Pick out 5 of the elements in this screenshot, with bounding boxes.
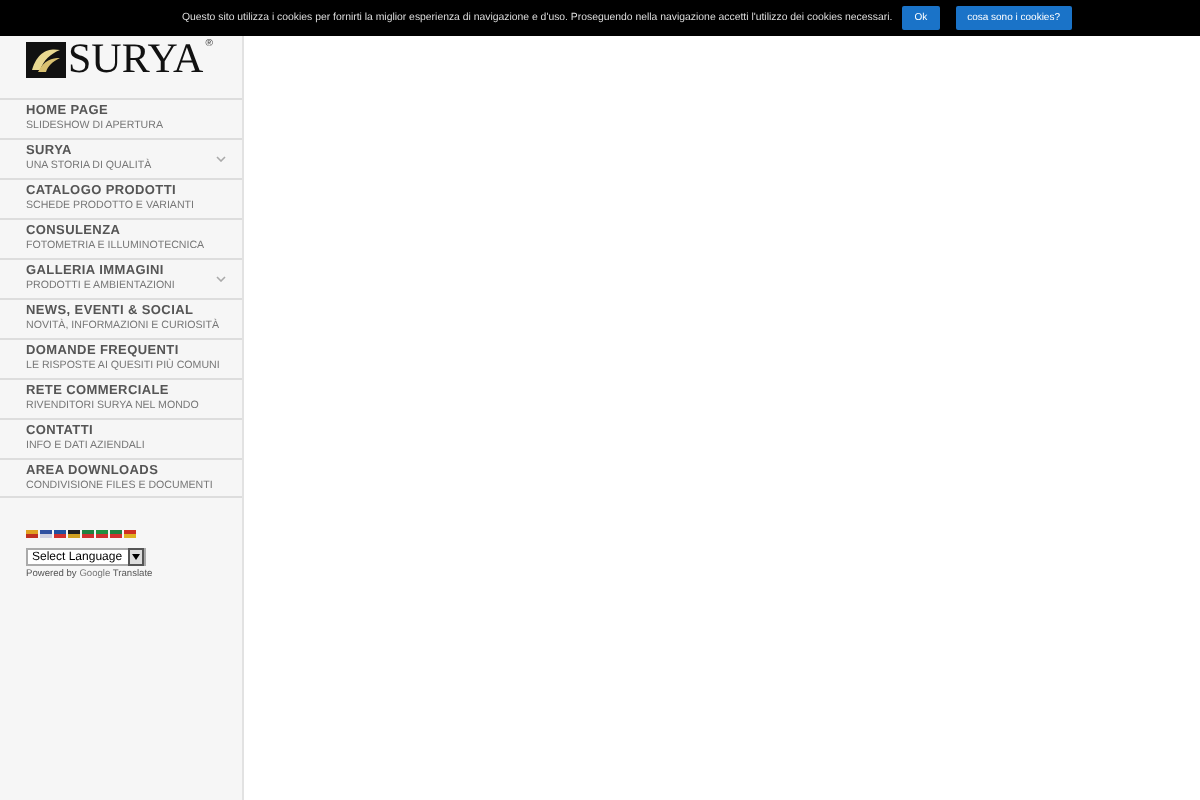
- logo-text[interactable]: SURYA: [68, 40, 204, 78]
- chevron-down-icon[interactable]: [216, 156, 226, 162]
- logo-icon: [26, 42, 66, 78]
- dropdown-arrow-icon: [128, 548, 144, 566]
- chevron-down-icon[interactable]: [216, 276, 226, 282]
